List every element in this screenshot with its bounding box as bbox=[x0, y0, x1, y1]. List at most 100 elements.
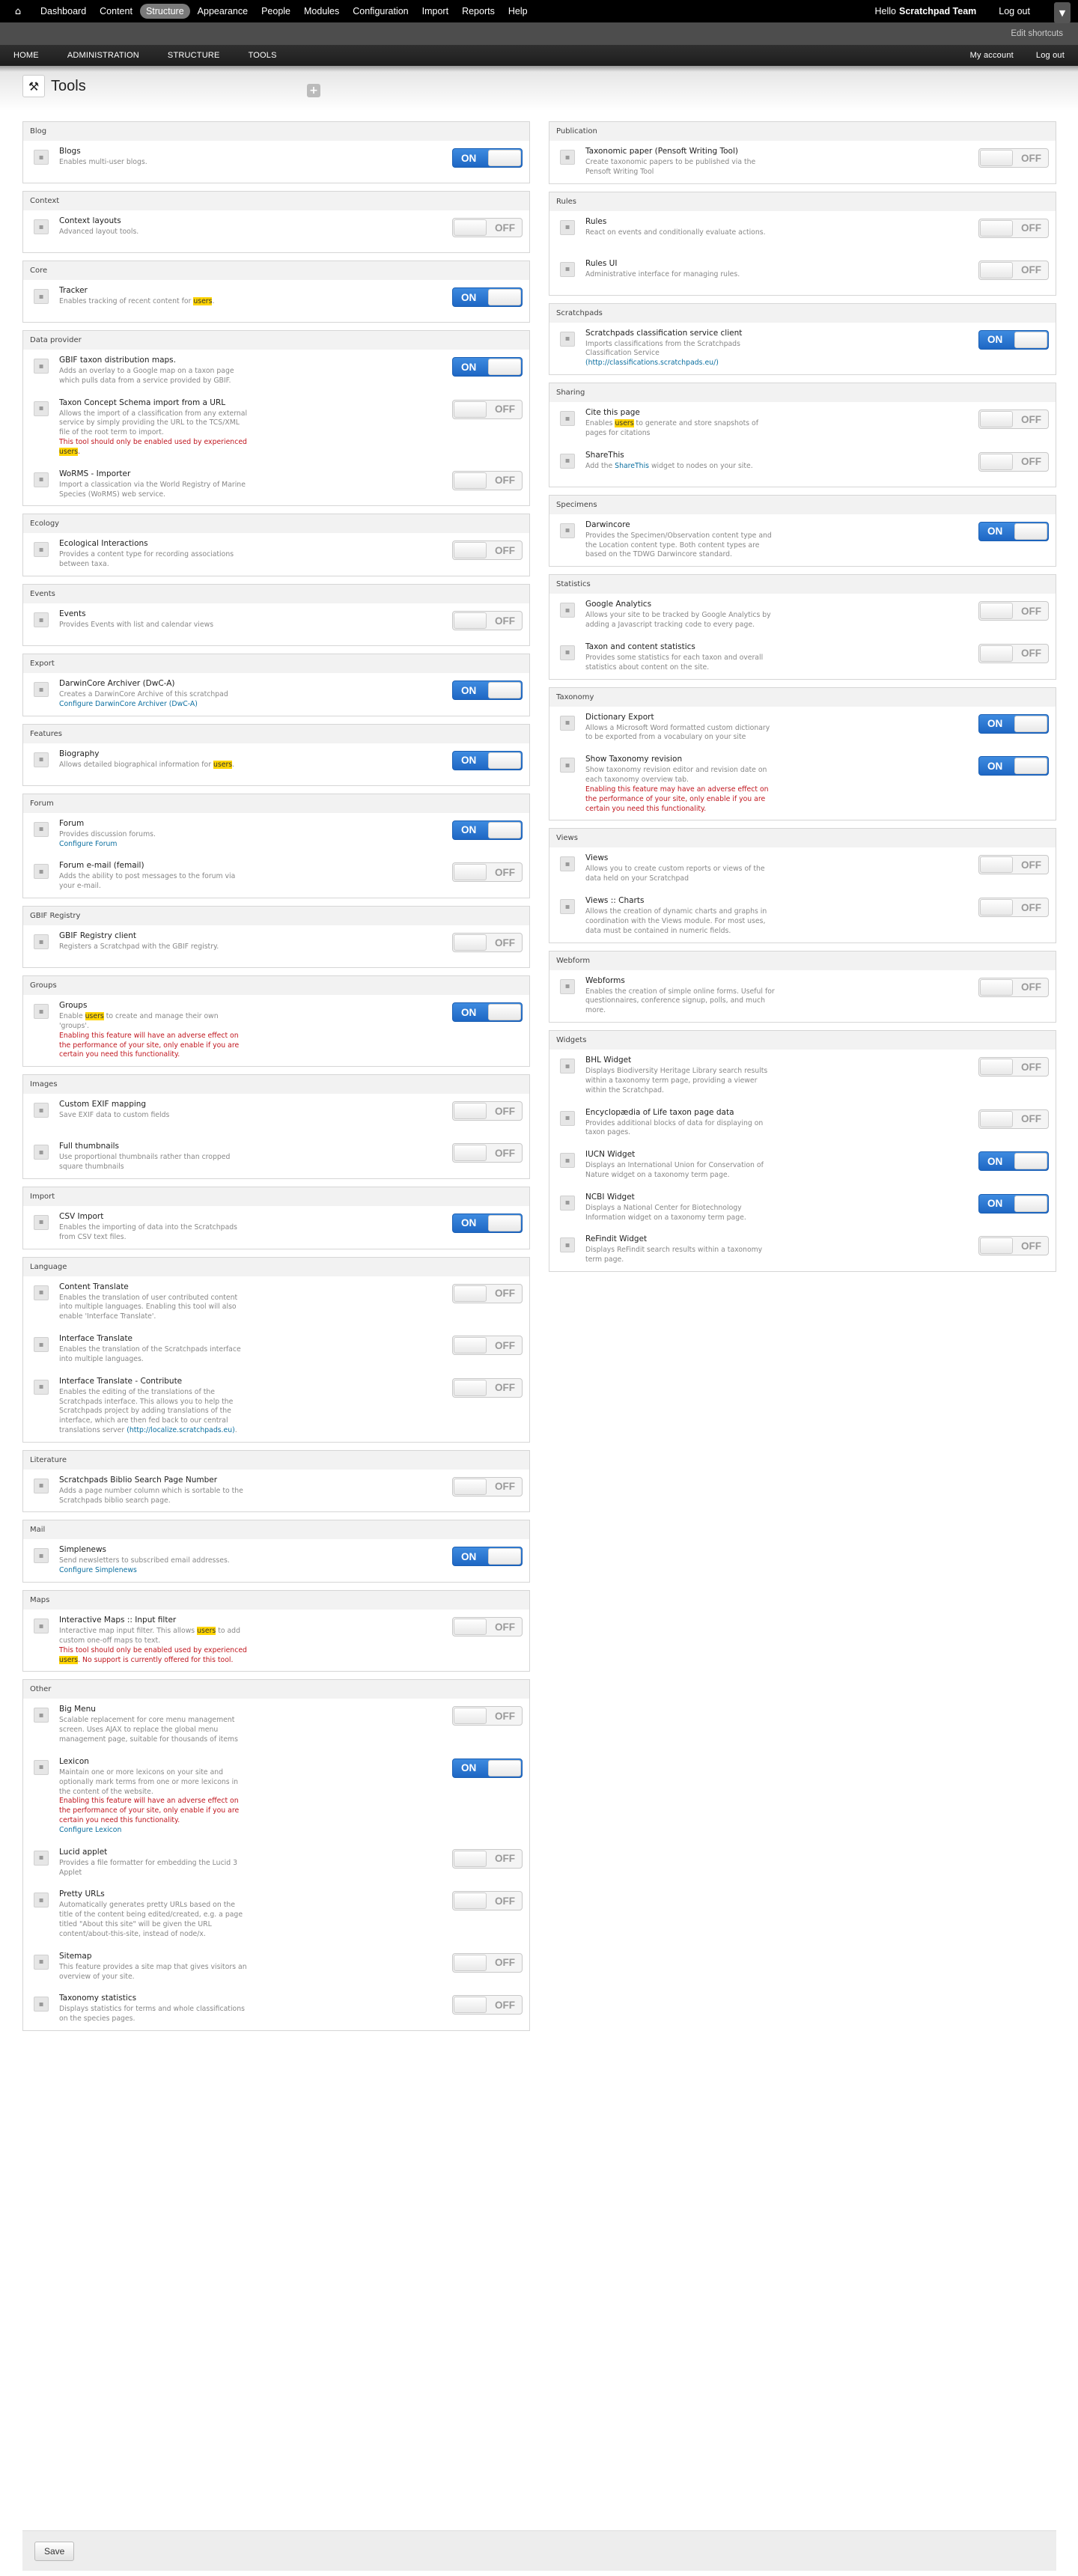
toggle-switch[interactable]: ON bbox=[452, 287, 523, 307]
toggle-switch[interactable]: OFF bbox=[978, 1057, 1049, 1077]
toggle-switch[interactable]: OFF bbox=[978, 148, 1049, 168]
page-header: ⚒ Tools bbox=[22, 75, 86, 97]
toggle-switch[interactable]: ON bbox=[452, 1547, 523, 1567]
toggle-switch[interactable]: OFF bbox=[452, 1706, 523, 1726]
admin-menu-reports[interactable]: Reports bbox=[456, 4, 501, 19]
toggle-switch[interactable]: OFF bbox=[978, 260, 1049, 280]
configure-link[interactable]: Configure Simplenews bbox=[59, 1566, 137, 1574]
admin-menu-modules[interactable]: Modules bbox=[298, 4, 345, 19]
toggle-switch[interactable]: OFF bbox=[452, 1952, 523, 1973]
toggle-switch[interactable]: OFF bbox=[452, 611, 523, 631]
toggle-switch[interactable]: ON bbox=[452, 1758, 523, 1778]
configure-link[interactable]: ShareThis bbox=[615, 462, 649, 470]
toggle-switch[interactable]: OFF bbox=[452, 862, 523, 883]
drawer-toggle-icon[interactable]: ▼ bbox=[1054, 2, 1071, 23]
configure-link[interactable]: (http://classifications.scratchpads.eu/) bbox=[585, 359, 719, 367]
toggle-switch[interactable]: ON bbox=[452, 357, 523, 377]
toggle-switch[interactable]: ON bbox=[452, 148, 523, 168]
module-row-gbif-taxon-distribution-maps: ▪ GBIF taxon distribution maps. Adds an ov… bbox=[23, 350, 529, 392]
toggle-switch[interactable]: ON bbox=[978, 756, 1049, 776]
toggle-switch[interactable]: OFF bbox=[452, 1143, 523, 1163]
toggle-switch[interactable]: OFF bbox=[452, 1377, 523, 1398]
nav-administration[interactable]: ADMINISTRATION bbox=[67, 51, 139, 60]
module-description: Allows the creation of dynamic charts an… bbox=[585, 907, 776, 936]
switch-knob bbox=[488, 682, 521, 699]
toggle-switch[interactable]: ON bbox=[978, 521, 1049, 541]
toggle-switch[interactable]: ON bbox=[452, 1002, 523, 1023]
toggle-switch[interactable]: OFF bbox=[452, 1336, 523, 1356]
description-text: Adds the ability to post messages to the… bbox=[59, 872, 236, 891]
nav-home[interactable]: HOME bbox=[13, 51, 39, 60]
toggle-switch[interactable]: OFF bbox=[978, 898, 1049, 918]
module-description: Enables the creation of simple online fo… bbox=[585, 987, 776, 1016]
toggle-switch[interactable]: OFF bbox=[452, 933, 523, 953]
switch-label: ON bbox=[461, 152, 477, 164]
toggle-switch[interactable]: OFF bbox=[978, 1236, 1049, 1256]
toggle-switch[interactable]: OFF bbox=[452, 1848, 523, 1869]
admin-menu-structure[interactable]: Structure bbox=[139, 4, 190, 19]
toggle-switch[interactable]: ON bbox=[452, 820, 523, 840]
module-text: Custom EXIF mapping Save EXIF data to cus… bbox=[59, 1100, 250, 1121]
nav-my-account[interactable]: My account bbox=[970, 51, 1014, 60]
module-name: Interactive Maps :: Input filter bbox=[59, 1616, 177, 1625]
module-row-cite-this-page: ▪ Cite this page Enables users to generate… bbox=[549, 402, 1056, 445]
admin-menu-import[interactable]: Import bbox=[416, 4, 454, 19]
toggle-switch[interactable]: OFF bbox=[452, 1101, 523, 1121]
add-shortcut-icon[interactable]: + bbox=[307, 84, 320, 97]
toggle-switch[interactable]: ON bbox=[978, 713, 1049, 734]
admin-menu-configuration[interactable]: Configuration bbox=[347, 4, 414, 19]
home-icon[interactable]: ⌂ bbox=[10, 4, 25, 19]
toolbar-logout-link[interactable]: Log out bbox=[999, 6, 1030, 16]
toggle-switch[interactable]: OFF bbox=[452, 1891, 523, 1911]
toggle-switch[interactable]: OFF bbox=[452, 218, 523, 237]
module-row-biography: ▪ Biography Allows detailed biographical i… bbox=[23, 743, 529, 785]
toggle-switch[interactable]: OFF bbox=[978, 451, 1049, 472]
description-text: Registers a Scratchpad with the GBIF reg… bbox=[59, 943, 219, 951]
description-text: . bbox=[234, 1425, 237, 1434]
section-rules: Rules ▪ Rules React on events and condition… bbox=[549, 191, 1056, 296]
user-link[interactable]: Scratchpad Team bbox=[899, 6, 976, 16]
switch-knob bbox=[1014, 523, 1047, 540]
toggle-switch[interactable]: OFF bbox=[978, 409, 1049, 430]
configure-link[interactable]: Configure Lexicon bbox=[59, 1826, 121, 1834]
module-icon: ▪ bbox=[560, 856, 575, 872]
toggle-switch[interactable]: OFF bbox=[978, 977, 1049, 997]
toggle-switch[interactable]: ON bbox=[978, 329, 1049, 350]
toggle-switch[interactable]: OFF bbox=[978, 218, 1049, 238]
toggle-switch[interactable]: OFF bbox=[978, 1109, 1049, 1129]
configure-link[interactable]: Configure Forum bbox=[59, 840, 118, 848]
toggle-switch[interactable]: OFF bbox=[978, 643, 1049, 663]
toggle-switch[interactable]: OFF bbox=[978, 601, 1049, 621]
description-text: Allows detailed biographical information… bbox=[59, 760, 213, 769]
toggle-switch[interactable]: ON bbox=[452, 680, 523, 701]
nav-structure[interactable]: STRUCTURE bbox=[168, 51, 220, 60]
admin-menu-content[interactable]: Content bbox=[94, 4, 138, 19]
toggle-switch[interactable]: ON bbox=[452, 750, 523, 770]
toggle-switch[interactable]: OFF bbox=[452, 1476, 523, 1496]
toggle-switch[interactable]: ON bbox=[978, 1193, 1049, 1214]
module-text: Lucid applet Provides a file formatter fo… bbox=[59, 1848, 250, 1878]
toggle-switch[interactable]: ON bbox=[452, 1213, 523, 1233]
edit-shortcuts-link[interactable]: Edit shortcuts bbox=[1011, 29, 1063, 38]
toggle-switch[interactable]: OFF bbox=[452, 470, 523, 490]
module-name: Biography bbox=[59, 749, 100, 758]
section-title: Export bbox=[23, 654, 529, 674]
admin-menu-help[interactable]: Help bbox=[502, 4, 534, 19]
admin-menu-dashboard[interactable]: Dashboard bbox=[34, 4, 92, 19]
toggle-switch[interactable]: OFF bbox=[978, 855, 1049, 875]
nav-tools[interactable]: TOOLS bbox=[249, 51, 277, 60]
configure-link[interactable]: Configure DarwinCore Archiver (DwC-A) bbox=[59, 700, 198, 708]
nav-log-out[interactable]: Log out bbox=[1036, 51, 1065, 60]
save-button[interactable]: Save bbox=[34, 2541, 75, 2561]
toggle-switch[interactable]: ON bbox=[978, 1151, 1049, 1172]
toggle-switch[interactable]: OFF bbox=[452, 541, 523, 561]
admin-menu-appearance[interactable]: Appearance bbox=[192, 4, 254, 19]
toggle-switch[interactable]: OFF bbox=[452, 1283, 523, 1303]
switch-knob bbox=[488, 752, 521, 769]
module-row-interactive-maps-input-filter: ▪ Interactive Maps :: Input filter Interac… bbox=[23, 1610, 529, 1671]
toggle-switch[interactable]: OFF bbox=[452, 1995, 523, 2015]
toggle-switch[interactable]: OFF bbox=[452, 1617, 523, 1637]
configure-link[interactable]: (http://localize.scratchpads.eu) bbox=[127, 1426, 235, 1434]
admin-menu-people[interactable]: People bbox=[255, 4, 296, 19]
toggle-switch[interactable]: OFF bbox=[452, 399, 523, 419]
